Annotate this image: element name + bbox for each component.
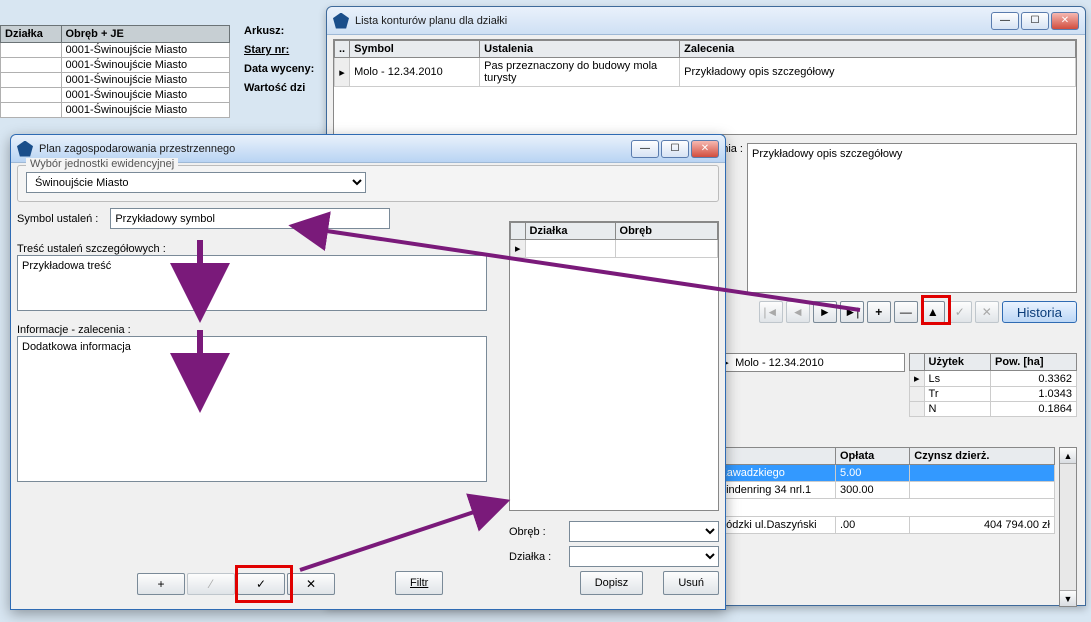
col-dzialka: Działka bbox=[1, 26, 62, 43]
nav-first-button[interactable]: |◄ bbox=[759, 301, 783, 323]
lbl-arkusz: Arkusz: bbox=[244, 25, 284, 37]
group-jednostka: Wybór jednostki ewidencyjnej Świnoujście… bbox=[17, 165, 719, 202]
col-obreb-mini: Obręb bbox=[615, 223, 717, 240]
group-caption: Wybór jednostki ewidencyjnej bbox=[26, 158, 178, 170]
minimize-button[interactable]: — bbox=[631, 140, 659, 158]
cell-ustalenia[interactable]: Pas przeznaczony do budowy mola turysty bbox=[480, 58, 680, 87]
kontur-grid[interactable]: .. Symbol Ustalenia Zalecenia ▸ Molo - 1… bbox=[333, 39, 1077, 135]
bg-row: 0001-Świnoujście Miasto bbox=[61, 88, 230, 103]
selected-kontur-text: Molo - 12.34.2010 bbox=[735, 357, 824, 369]
lbl-data-wyceny: Data wyceny: bbox=[244, 63, 314, 75]
col-pow: Pow. [ha] bbox=[991, 354, 1077, 371]
label-informacje: Informacje - zalecenia : bbox=[17, 324, 131, 336]
nav-add-button[interactable]: + bbox=[867, 301, 891, 323]
uzytek-pow: 0.1864 bbox=[991, 402, 1077, 417]
grid-corner: .. bbox=[335, 41, 350, 58]
col-czynsz: Czynsz dzierż. bbox=[910, 448, 1055, 465]
jednostka-select[interactable]: Świnoujście Miasto bbox=[26, 172, 366, 193]
row-marker-icon: ▸ bbox=[335, 58, 350, 87]
background-parcel-table: Działka Obręb + JE 0001-Świnoujście Mias… bbox=[0, 25, 230, 118]
zalecenia-textbox[interactable]: Przykładowy opis szczegółowy bbox=[747, 143, 1077, 293]
obreb-dzialka-selectors: Obręb : Działka : bbox=[509, 517, 719, 571]
nav-prev-button[interactable]: ◄ bbox=[786, 301, 810, 323]
col-zalecenia[interactable]: Zalecenia bbox=[680, 41, 1076, 58]
label-symbol: Symbol ustaleń : bbox=[17, 213, 98, 225]
uzytek-pow: 0.3362 bbox=[991, 371, 1077, 387]
nav-next-button[interactable]: ► bbox=[813, 301, 837, 323]
oplata-row[interactable]: Zawadzkiego bbox=[716, 465, 836, 482]
filtr-button[interactable]: Filtr bbox=[395, 571, 443, 595]
col-uzytek: Użytek bbox=[924, 354, 991, 371]
dzialka-select[interactable] bbox=[569, 546, 719, 567]
col-blank bbox=[716, 448, 836, 465]
bg-row: 0001-Świnoujście Miasto bbox=[61, 58, 230, 73]
scrollbar[interactable]: ▲ ▼ bbox=[1059, 447, 1077, 607]
tresc-textarea[interactable] bbox=[17, 255, 487, 311]
informacje-textarea[interactable] bbox=[17, 336, 487, 482]
label-obreb: Obręb : bbox=[509, 526, 555, 538]
bg-row: 0001-Świnoujście Miasto bbox=[61, 43, 230, 58]
edit-toolbar: + ⁄ ✓ ✕ bbox=[137, 573, 335, 595]
oplata-row[interactable]: Łódzki ul.Daszyński bbox=[716, 517, 836, 534]
col-dzialka-mini: Działka bbox=[525, 223, 615, 240]
minimize-button[interactable]: — bbox=[991, 12, 1019, 30]
col-symbol[interactable]: Symbol bbox=[350, 41, 480, 58]
nav-delete-button[interactable]: — bbox=[894, 301, 918, 323]
nav-up-button[interactable]: ▲ bbox=[921, 301, 945, 323]
bg-row: 0001-Świnoujście Miasto bbox=[61, 73, 230, 88]
app-icon bbox=[333, 13, 349, 29]
usun-button[interactable]: Usuń bbox=[663, 571, 719, 595]
uzytek-pow: 1.0343 bbox=[991, 387, 1077, 402]
col-ustalenia[interactable]: Ustalenia bbox=[480, 41, 680, 58]
app-icon bbox=[17, 141, 33, 157]
cell-symbol[interactable]: Molo - 12.34.2010 bbox=[350, 58, 480, 87]
oplata-row[interactable]: Lindenring 34 nrl.1 bbox=[716, 482, 836, 499]
window-title-lista: Lista konturów planu dla działki bbox=[355, 15, 991, 27]
bg-row: 0001-Świnoujście Miasto bbox=[61, 103, 230, 118]
label-tresc: Treść ustaleń szczegółowych : bbox=[17, 243, 166, 255]
titlebar-lista[interactable]: Lista konturów planu dla działki — ☐ ✕ bbox=[327, 7, 1085, 35]
symbol-input[interactable] bbox=[110, 208, 390, 229]
scroll-down-icon[interactable]: ▼ bbox=[1060, 590, 1076, 606]
col-oplata: Opłata bbox=[836, 448, 910, 465]
bg-info: Arkusz: Stary nr: Data wyceny: Wartość d… bbox=[244, 25, 314, 101]
historia-button[interactable]: Historia bbox=[1002, 301, 1077, 323]
uzytek-cell: Tr bbox=[924, 387, 991, 402]
nav-cancel-button[interactable]: ✕ bbox=[975, 301, 999, 323]
close-button[interactable]: ✕ bbox=[1051, 12, 1079, 30]
toolbar-add-button[interactable]: + bbox=[137, 573, 185, 595]
dopisz-button[interactable]: Dopisz bbox=[580, 571, 644, 595]
col-obreb-je: Obręb + JE bbox=[61, 26, 230, 43]
uzytek-table[interactable]: Użytek Pow. [ha] ▸Ls0.3362 Tr1.0343 N0.1… bbox=[909, 353, 1077, 417]
cell-zalecenia[interactable]: Przykładowy opis szczegółowy bbox=[680, 58, 1076, 87]
close-button[interactable]: ✕ bbox=[691, 140, 719, 158]
window-title-plan: Plan zagospodarowania przestrzennego bbox=[39, 143, 631, 155]
lbl-stary-nr: Stary nr: bbox=[244, 44, 289, 56]
scroll-up-icon[interactable]: ▲ bbox=[1060, 448, 1076, 464]
toolbar-cancel-button[interactable]: ✕ bbox=[287, 573, 335, 595]
oplata-table[interactable]: Opłata Czynsz dzierż. Zawadzkiego5.00 Li… bbox=[715, 447, 1055, 534]
lbl-wartosc-dz: Wartość dzi bbox=[244, 82, 305, 94]
dzialka-obreb-grid[interactable]: Działka Obręb ▸ bbox=[509, 221, 719, 511]
nav-toolbar: |◄ ◄ ► ►| + — ▲ ✓ ✕ Historia bbox=[759, 301, 1077, 323]
uzytek-cell: N bbox=[924, 402, 991, 417]
obreb-select[interactable] bbox=[569, 521, 719, 542]
nav-last-button[interactable]: ►| bbox=[840, 301, 864, 323]
toolbar-sep: ⁄ bbox=[187, 573, 235, 595]
label-dzialka: Działka : bbox=[509, 551, 555, 563]
selected-kontur-display: ▸ Molo - 12.34.2010 bbox=[715, 353, 905, 372]
uzytek-cell: Ls bbox=[924, 371, 991, 387]
nav-confirm-button[interactable]: ✓ bbox=[948, 301, 972, 323]
toolbar-confirm-button[interactable]: ✓ bbox=[237, 573, 285, 595]
maximize-button[interactable]: ☐ bbox=[1021, 12, 1049, 30]
maximize-button[interactable]: ☐ bbox=[661, 140, 689, 158]
window-plan-zagospodarowania: Plan zagospodarowania przestrzennego — ☐… bbox=[10, 134, 726, 610]
